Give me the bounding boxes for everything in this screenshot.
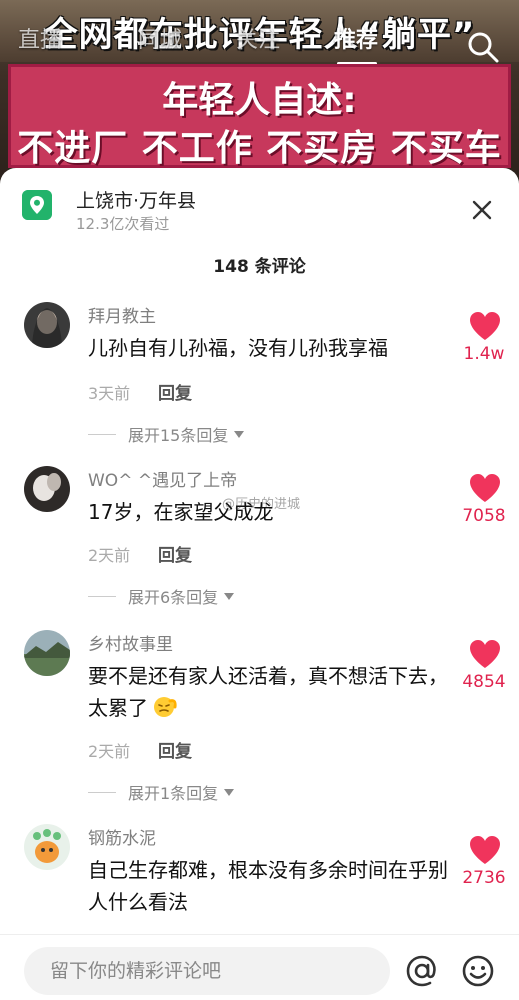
like-count: 1.4w [463,344,505,364]
heart-icon[interactable] [468,834,502,866]
comment-username[interactable]: 钢筋水泥 [88,824,156,849]
close-icon[interactable] [470,198,494,222]
tab-recommended[interactable]: 推荐 [334,22,378,54]
location-views: 12.3亿次看过 [76,215,170,233]
divider [88,433,116,435]
emoji-icon[interactable] [460,953,496,989]
reply-button[interactable]: 回复 [158,541,192,566]
divider [88,791,116,793]
expand-replies-label: 展开15条回复 [128,426,229,445]
comment-text-body: 要不是还有家人还活着，真不想活下去，太累了 [88,664,448,720]
comment-input[interactable] [24,947,390,995]
at-icon[interactable] [404,953,440,989]
like-count: 2736 [462,868,506,888]
expand-replies-button[interactable]: 展开15条回复 [88,422,245,446]
heart-icon[interactable] [468,310,502,342]
comment-username[interactable]: 乡村故事里 [88,630,173,655]
heart-icon[interactable] [468,472,502,504]
chevron-down-icon [224,788,235,796]
top-nav: 直播 同城 关注 推荐 [0,14,519,65]
avatar[interactable] [24,302,70,348]
comment-text: 自己生存都难，根本没有多余时间在乎别人什么看法 [88,858,448,914]
location-pin-icon [22,190,52,220]
avatar[interactable] [24,466,70,512]
video-banner: 年轻人自述: 不进厂 不工作 不买房 不买车 [8,64,511,169]
tired-emoji-icon [154,697,177,717]
divider [88,595,116,597]
comment-input-bar [0,934,519,1000]
comment-sheet: 上饶市·万年县 12.3亿次看过 148 条评论 拜月教主 儿孙自有儿孙福，没有… [0,168,519,1000]
banner-line-1: 年轻人自述: [162,80,357,121]
tab-nearby[interactable]: 同城 [138,22,182,54]
comment-username[interactable]: 拜月教主 [88,302,156,327]
like-count: 7058 [462,506,506,526]
reply-button[interactable]: 回复 [158,379,192,404]
comment-time: 3天前 [88,384,131,403]
comment-time: 2天前 [88,546,131,565]
comment-text: 17岁，在家望父成龙 [88,500,274,524]
chevron-down-icon [234,430,245,438]
like-count: 4854 [462,672,506,692]
tab-live[interactable]: 直播 [18,22,62,54]
comment-count: 148 条评论 [213,257,306,277]
expand-replies-label: 展开1条回复 [128,784,219,803]
comment-text: 儿孙自有儿孙福，没有儿孙我享福 [88,336,388,360]
expand-replies-button[interactable]: 展开6条回复 [88,584,235,608]
video-background: 全网都在批评年轻人“躺平” 直播 同城 关注 推荐 年轻人自述: 不进厂 不工作… [0,0,519,190]
location-row[interactable]: 上饶市·万年县 12.3亿次看过 [22,186,502,236]
comment-username[interactable]: WO^ ^遇见了上帝 [88,466,237,491]
avatar[interactable] [24,824,70,870]
expand-replies-label: 展开6条回复 [128,588,219,607]
chevron-down-icon [224,592,235,600]
comment-time: 2天前 [88,742,131,761]
expand-replies-button[interactable]: 展开1条回复 [88,780,235,804]
avatar[interactable] [24,630,70,676]
banner-line-2: 不进厂 不工作 不买房 不买车 [17,128,502,169]
comment-text: 要不是还有家人还活着，真不想活下去，太累了 [88,660,448,724]
heart-icon[interactable] [468,638,502,670]
search-icon[interactable] [466,30,500,64]
location-name: 上饶市·万年县 [76,190,197,212]
reply-button[interactable]: 回复 [158,737,192,762]
tab-following[interactable]: 关注 [236,22,280,54]
